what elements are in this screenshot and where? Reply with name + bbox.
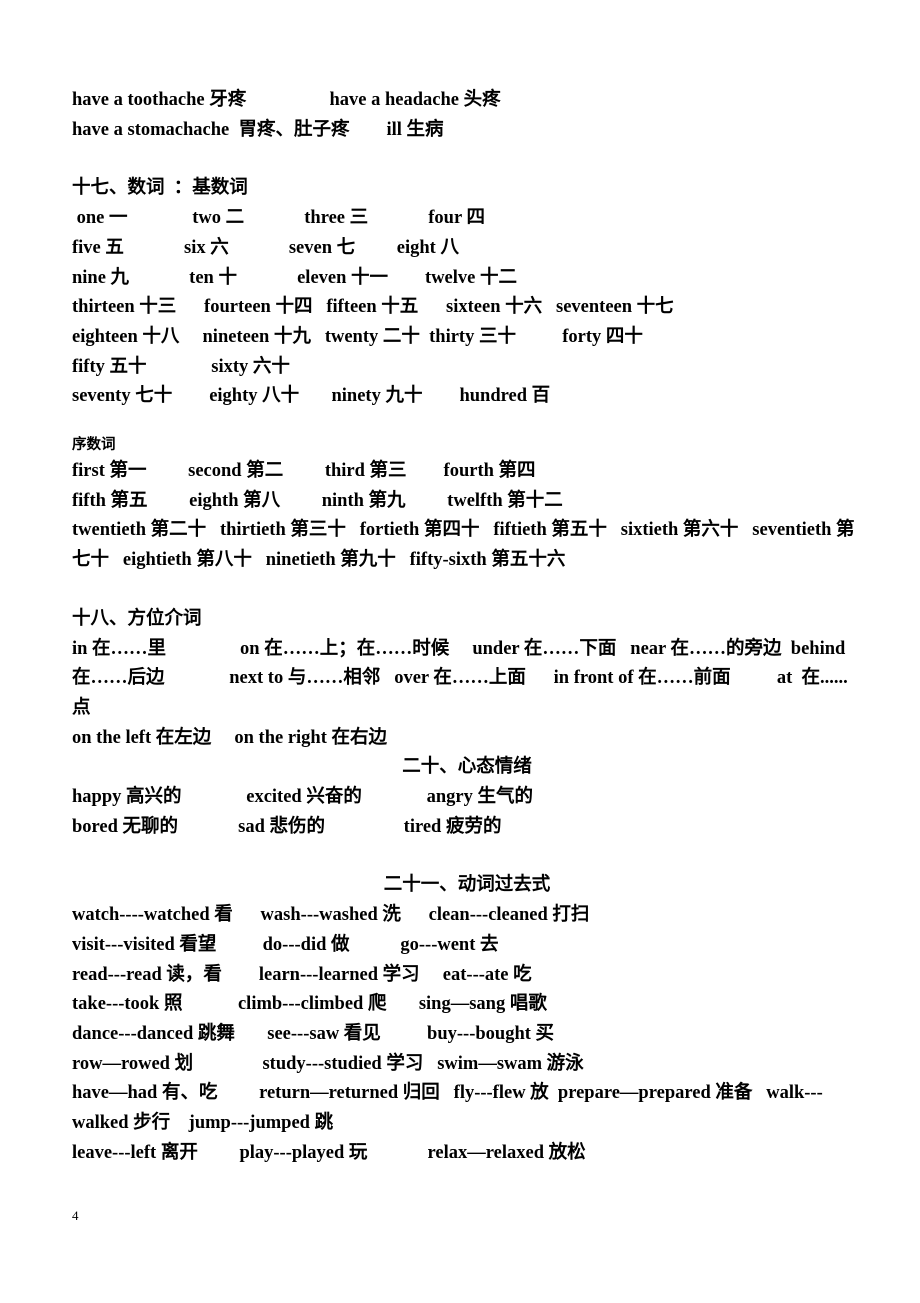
ordinal-line: first 第一 second 第二 third 第三 fourth 第四 bbox=[72, 461, 536, 482]
ailments-line: have a toothache 牙疼 have a headache 头疼 bbox=[72, 90, 501, 110]
numerals-section: 十七、数词 ：基数词 one 一 two 二 three 三 four 四 fi… bbox=[72, 174, 862, 412]
cardinal-line: fifty 五十 sixty 六十 bbox=[72, 356, 290, 377]
document-body: have a toothache 牙疼 have a headache 头疼 h… bbox=[72, 86, 862, 1169]
preposition-line: on the left 在左边 on the right 在右边 bbox=[72, 727, 387, 748]
subsection-heading-ordinals: 序数词 bbox=[72, 437, 116, 454]
prepositions-section: 十八、方位介词 in 在……里 on 在……上；在……时候 under 在……下… bbox=[72, 605, 862, 754]
past-tense-line: watch----watched 看 wash---washed 洗 clean… bbox=[72, 905, 590, 926]
emotions-section: 二十、心态情绪 happy 高兴的 excited 兴奋的 angry 生气的 … bbox=[72, 753, 862, 842]
cardinal-line: nine 九 ten 十 eleven 十一 twelve 十二 bbox=[72, 267, 517, 288]
past-tense-line: visit---visited 看望 do---did 做 go---went … bbox=[72, 934, 499, 955]
document-page: have a toothache 牙疼 have a headache 头疼 h… bbox=[0, 0, 920, 1303]
past-tense-line: have—had 有、吃 return—returned 归回 fly---fl… bbox=[72, 1083, 823, 1134]
past-tense-line: dance---danced 跳舞 see---saw 看见 buy---bou… bbox=[72, 1023, 555, 1044]
section-heading-past-tense: 二十一、动词过去式 bbox=[383, 875, 551, 896]
cardinal-line: eighteen 十八 nineteen 十九 twenty 二十 thirty… bbox=[72, 326, 643, 347]
emotion-line: bored 无聊的 sad 悲伤的 tired 疲劳的 bbox=[72, 816, 502, 837]
past-tense-line: read---read 读，看 learn---learned 学习 eat--… bbox=[72, 964, 532, 985]
section-heading-numerals: 十七、数词 ：基数词 bbox=[72, 178, 248, 199]
ordinal-line: fifth 第五 eighth 第八 ninth 第九 twelfth 第十二 bbox=[72, 490, 563, 511]
past-tense-line: row—rowed 划 study---studied 学习 swim—swam… bbox=[72, 1053, 584, 1074]
cardinal-line: thirteen 十三 fourteen 十四 fifteen 十五 sixte… bbox=[72, 297, 674, 318]
page-number: 4 bbox=[72, 1208, 79, 1223]
section-heading-emotions: 二十、心态情绪 bbox=[402, 757, 532, 778]
cardinal-line: one 一 two 二 three 三 four 四 bbox=[72, 208, 485, 229]
ailments-block: have a toothache 牙疼 have a headache 头疼 h… bbox=[72, 86, 862, 145]
emotion-line: happy 高兴的 excited 兴奋的 angry 生气的 bbox=[72, 787, 533, 808]
section-heading-prepositions: 十八、方位介词 bbox=[72, 608, 202, 629]
cardinal-line: seventy 七十 eighty 八十 ninety 九十 hundred 百 bbox=[72, 386, 551, 407]
past-tense-line: take---took 照 climb---climbed 爬 sing—san… bbox=[72, 994, 547, 1015]
ailments-line: have a stomachache 胃疼、肚子疼 ill 生病 bbox=[72, 119, 444, 140]
past-tense-section: 二十一、动词过去式 watch----watched 看 wash---wash… bbox=[72, 871, 862, 1168]
preposition-line: in 在……里 on 在……上；在……时候 under 在……下面 near 在… bbox=[72, 638, 850, 718]
past-tense-line: leave---left 离开 play---played 玩 relax—re… bbox=[72, 1142, 586, 1163]
ordinal-line: twentieth 第二十 thirtieth 第三十 fortieth 第四十… bbox=[72, 520, 855, 571]
ordinals-subsection: 序数词 first 第一 second 第二 third 第三 fourth 第… bbox=[72, 433, 862, 576]
cardinal-line: five 五 six 六 seven 七 eight 八 bbox=[72, 237, 459, 258]
